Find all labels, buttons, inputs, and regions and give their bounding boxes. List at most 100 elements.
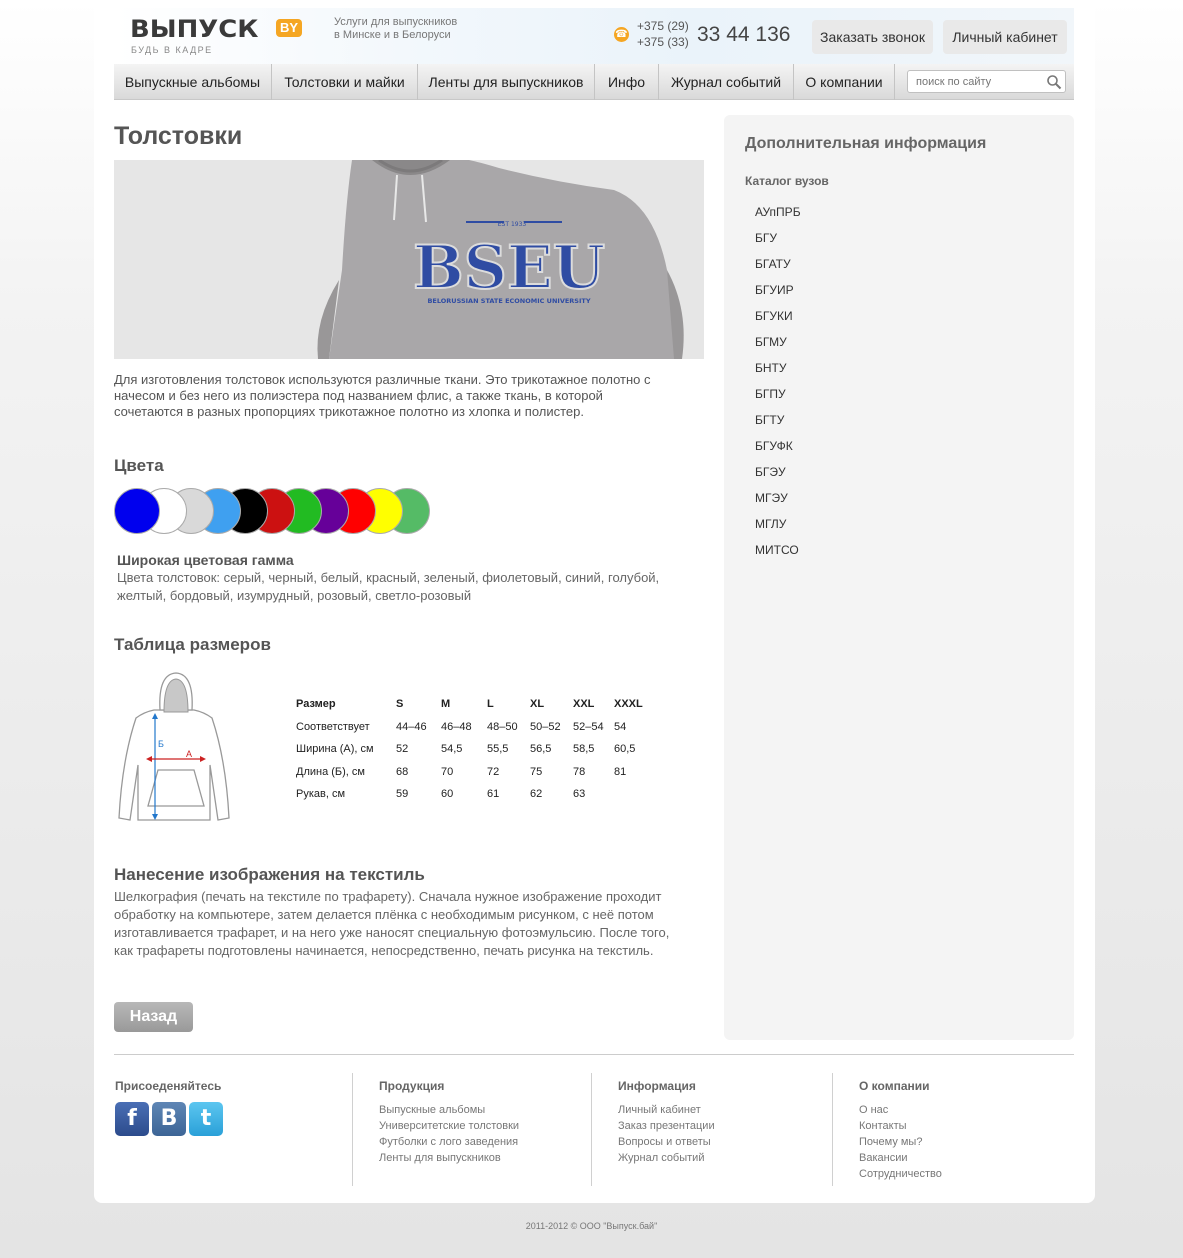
- university-link[interactable]: МГЭУ: [755, 491, 801, 517]
- size-table-cell: Ширина (А), см: [296, 743, 374, 756]
- services-text: Услуги для выпускников в Минске и в Бело…: [334, 16, 457, 42]
- size-table-cell: 48–50: [487, 720, 518, 733]
- university-link[interactable]: БГУФК: [755, 439, 801, 465]
- university-link[interactable]: МИТСО: [755, 543, 801, 569]
- university-link[interactable]: БГУИР: [755, 283, 801, 309]
- color-range-text: Цвета толстовок: серый, черный, белый, к…: [117, 570, 660, 603]
- phone-code-1: +375 (29): [637, 19, 689, 33]
- size-table-cell: 78: [573, 765, 586, 778]
- colors-heading: Цвета: [114, 456, 164, 475]
- footer-info-list: Личный кабинет Заказ презентации Вопросы и…: [618, 1102, 832, 1166]
- size-table-cell: 54: [614, 720, 627, 733]
- footer-company: О компании О нас Контакты Почему мы? Ваканс…: [832, 1073, 1072, 1186]
- nav-item-albums[interactable]: Выпускные альбомы: [114, 64, 272, 100]
- hoodie-print-text: BSEU: [413, 233, 605, 303]
- size-table-cell: L: [487, 698, 494, 711]
- size-table-cell: [614, 783, 654, 806]
- footer-company-link[interactable]: Вакансии: [859, 1150, 1072, 1166]
- footer-info-link[interactable]: Личный кабинет: [618, 1102, 832, 1118]
- size-table-cell: Размер: [296, 698, 336, 711]
- footer-join-title: Присоеденяйтесь: [115, 1079, 222, 1093]
- size-table-cell: S: [396, 698, 404, 711]
- size-table-row: Соответствует 44–46 46–48 48–50 50–52 52–54 54: [296, 716, 654, 739]
- university-link[interactable]: БГАТУ: [755, 257, 801, 283]
- color-range-title: Широкая цветовая гамма: [117, 552, 294, 568]
- back-button[interactable]: Назад: [114, 1002, 193, 1032]
- size-table-cell: Длина (Б), см: [296, 765, 365, 778]
- size-table-cell: 52: [396, 743, 409, 756]
- footer-products-link[interactable]: Выпускные альбомы: [379, 1102, 592, 1118]
- footer-company-link[interactable]: Сотрудничество: [859, 1166, 1072, 1182]
- size-table-cell: 54,5: [441, 743, 463, 756]
- size-table-cell: 56,5: [530, 743, 552, 756]
- twitter-icon[interactable]: t: [189, 1102, 223, 1136]
- footer-products-link[interactable]: Ленты для выпускников: [379, 1150, 592, 1166]
- hoodie-size-diagram: Б А: [118, 672, 230, 821]
- footer-join: Присоеденяйтесь f В t: [115, 1073, 353, 1186]
- footer-company-link[interactable]: Почему мы?: [859, 1134, 1072, 1150]
- size-table-cell: 70: [441, 765, 454, 778]
- university-link[interactable]: МГЛУ: [755, 517, 801, 543]
- phone-icon: ☎: [614, 27, 629, 42]
- header: ВЫПУСК BY БУДЬ В КАДРЕ Услуги для выпуск…: [114, 8, 1074, 64]
- university-link[interactable]: БГТУ: [755, 413, 801, 439]
- search-input[interactable]: [908, 71, 1038, 92]
- services-line-1: Услуги для выпускников: [334, 16, 458, 28]
- footer-products-link[interactable]: Футболки с лого заведения: [379, 1134, 592, 1150]
- university-link[interactable]: БГУКИ: [755, 309, 801, 335]
- hoodie-print-subtitle: BELORUSSIAN STATE ECONOMIC UNIVERSITY: [427, 297, 590, 305]
- phone-codes: +375 (29) +375 (33): [637, 18, 689, 50]
- footer-info-link[interactable]: Вопросы и ответы: [618, 1134, 832, 1150]
- university-link[interactable]: БНТУ: [755, 361, 801, 387]
- nav-item-about[interactable]: О компании: [794, 64, 895, 100]
- order-call-button[interactable]: Заказать звонок: [812, 20, 933, 54]
- vkontakte-icon[interactable]: В: [152, 1102, 186, 1136]
- footer-company-title: О компании: [859, 1079, 930, 1093]
- footer-company-link[interactable]: О нас: [859, 1102, 1072, 1118]
- size-table-cell: 63: [573, 788, 586, 801]
- size-table-cell: 62: [530, 788, 543, 801]
- size-table-cell: Рукав, см: [296, 788, 346, 801]
- search-box: [907, 70, 1066, 93]
- size-table-cell: 58,5: [573, 743, 595, 756]
- size-table-row: Длина (Б), см 68 70 72 75 78 81: [296, 761, 654, 784]
- size-table-cell: 50–52: [530, 720, 561, 733]
- footer-info-link[interactable]: Журнал событий: [618, 1150, 832, 1166]
- footer-info-link[interactable]: Заказ презентации: [618, 1118, 832, 1134]
- printing-heading: Нанесение изображения на текстиль: [114, 865, 425, 884]
- university-catalog-title: Каталог вузов: [745, 174, 829, 188]
- size-table-cell: 44–46: [396, 720, 427, 733]
- size-table-cell: 46–48: [441, 720, 472, 733]
- search-icon[interactable]: [1046, 74, 1062, 90]
- length-label-b: Б: [158, 739, 164, 749]
- copyright: 2011-2012 © ООО "Выпуск.бай": [525, 1221, 658, 1231]
- university-link[interactable]: БГЭУ: [755, 465, 801, 491]
- size-table-cell: 55,5: [487, 743, 509, 756]
- facebook-icon[interactable]: f: [115, 1102, 149, 1136]
- university-link[interactable]: БГПУ: [755, 387, 801, 413]
- logo[interactable]: ВЫПУСК BY БУДЬ В КАДРЕ: [130, 17, 303, 55]
- nav-item-events[interactable]: Журнал событий: [659, 64, 794, 100]
- university-link[interactable]: БГМУ: [755, 335, 801, 361]
- size-table-cell: Соответствует: [296, 720, 370, 733]
- size-table-cell: 61: [487, 788, 500, 801]
- main-nav: Выпускные альбомы Толстовки и майки Лент…: [114, 64, 1074, 100]
- nav-item-hoodies[interactable]: Толстовки и майки: [272, 64, 418, 100]
- nav-item-info[interactable]: Инфо: [595, 64, 659, 100]
- size-table-cell: XXXL: [614, 698, 643, 711]
- footer-products-title: Продукция: [379, 1079, 445, 1093]
- size-table-cell: 52–54: [573, 720, 604, 733]
- size-table-cell: XL: [530, 698, 545, 711]
- footer-products-link[interactable]: Университетские толстовки: [379, 1118, 592, 1134]
- footer-products-list: Выпускные альбомы Университетские толстов…: [379, 1102, 592, 1166]
- university-link[interactable]: БГУ: [755, 231, 801, 257]
- size-table-cell: 60,5: [614, 743, 636, 756]
- footer-company-link[interactable]: Контакты: [859, 1118, 1072, 1134]
- personal-cabinet-button[interactable]: Личный кабинет: [943, 20, 1067, 54]
- hoodie-est-text: EST 1933: [498, 221, 527, 228]
- university-list: АУпПРБ БГУ БГАТУ БГУИР БГУКИ БГМУ БНТУ БГПУ БГТУ…: [755, 205, 801, 569]
- university-link[interactable]: АУпПРБ: [755, 205, 801, 231]
- nav-item-ribbons[interactable]: Ленты для выпускников: [418, 64, 595, 100]
- width-label-a: А: [186, 749, 192, 759]
- color-swatch[interactable]: [114, 488, 160, 534]
